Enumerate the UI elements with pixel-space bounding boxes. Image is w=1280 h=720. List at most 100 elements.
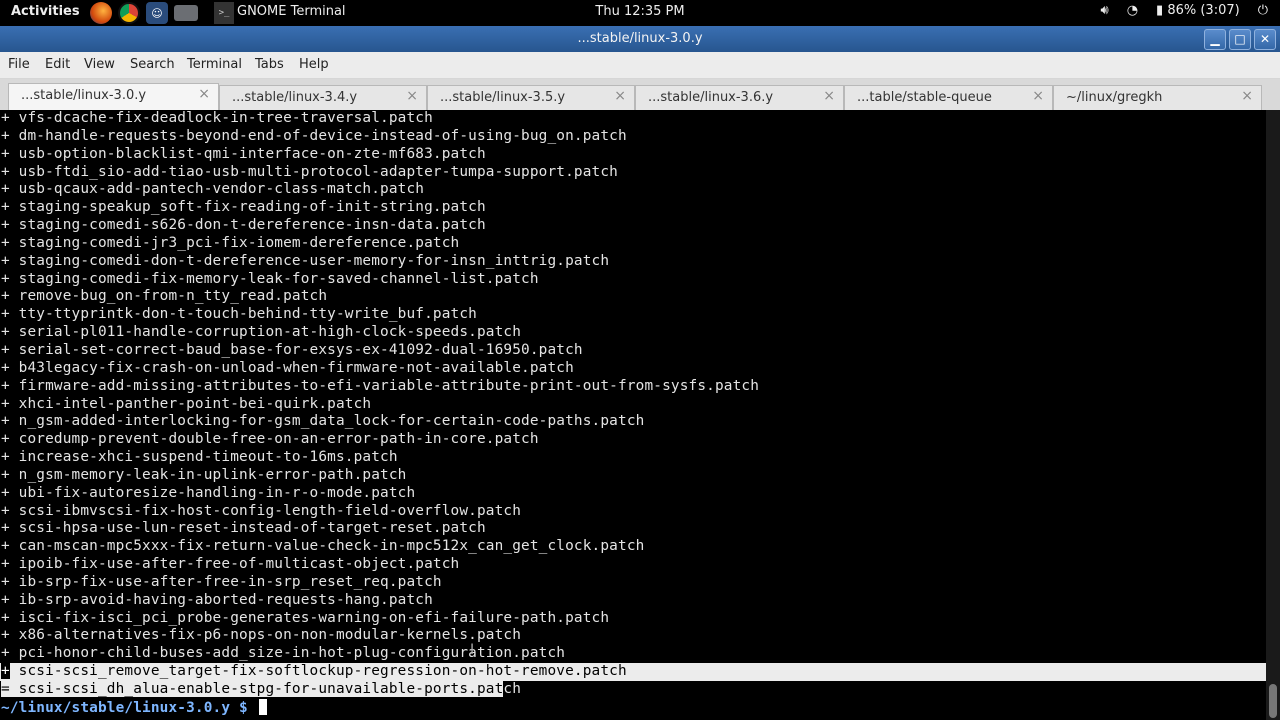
tab-linux-3-5[interactable]: ...stable/linux-3.5.y × — [427, 85, 635, 110]
close-icon[interactable]: × — [1241, 88, 1253, 104]
line-prefix: + — [1, 181, 10, 198]
terminal-line: + isci-fix-isci_pci_probe-generates-warn… — [0, 610, 1266, 628]
terminal-line: + increase-xhci-suspend-timeout-to-16ms.… — [0, 449, 1266, 467]
terminal-output[interactable]: + vfs-dcache-fix-deadlock-in-tree-traver… — [0, 110, 1266, 720]
wifi-icon[interactable]: ◔ — [1127, 3, 1138, 18]
line-text: scsi-ibmvscsi-fix-host-config-length-fie… — [18, 502, 522, 519]
line-prefix: + — [1, 573, 10, 590]
terminal-line: + tty-ttyprintk-don-t-touch-behind-tty-w… — [0, 306, 1266, 324]
terminal-line: + staging-comedi-s626-don-t-dereference-… — [0, 217, 1266, 235]
menu-search[interactable]: Search — [130, 57, 175, 72]
maximize-button[interactable]: □ — [1229, 29, 1251, 50]
tab-label: ~/linux/gregkh — [1066, 90, 1163, 105]
line-text: coredump-prevent-double-free-on-an-error… — [18, 431, 539, 448]
terminal-line: + vfs-dcache-fix-deadlock-in-tree-traver… — [0, 110, 1266, 128]
line-prefix: + — [1, 609, 10, 626]
terminal-line: + b43legacy-fix-crash-on-unload-when-fir… — [0, 360, 1266, 378]
menu-help[interactable]: Help — [299, 57, 329, 72]
menu-tabs[interactable]: Tabs — [255, 57, 284, 72]
line-prefix: + — [1, 502, 10, 519]
line-text: staging-comedi-fix-memory-leak-for-saved… — [18, 270, 539, 287]
line-prefix: + — [1, 163, 10, 180]
line-text: scsi-hpsa-use-lun-reset-instead-of-targe… — [18, 520, 486, 537]
line-prefix: + — [1, 377, 10, 394]
power-icon[interactable]: ⏻ — [1258, 3, 1268, 18]
menu-terminal[interactable]: Terminal — [187, 57, 242, 72]
line-text: scsi-scsi_remove_target-fix-softlockup-r… — [18, 663, 627, 680]
tab-label: ...stable/linux-3.4.y — [232, 90, 358, 105]
terminal-line: + ib-srp-fix-use-after-free-in-srp_reset… — [0, 574, 1266, 592]
line-text: increase-xhci-suspend-timeout-to-16ms.pa… — [18, 449, 398, 466]
tab-linux-3-4[interactable]: ...stable/linux-3.4.y × — [219, 85, 427, 110]
close-button[interactable]: ✕ — [1254, 29, 1276, 50]
scrollbar-thumb[interactable] — [1269, 684, 1277, 718]
line-text: staging-comedi-jr3_pci-fix-iomem-derefer… — [18, 234, 460, 251]
menu-bar: File Edit View Search Terminal Tabs Help — [0, 52, 1280, 79]
line-text: ipoib-fix-use-after-free-of-multicast-ob… — [18, 556, 460, 573]
tab-linux-3-6[interactable]: ...stable/linux-3.6.y × — [635, 85, 844, 110]
line-prefix: + — [1, 413, 10, 430]
line-prefix: + — [1, 234, 10, 251]
line-prefix: + — [1, 645, 10, 662]
line-text: ib-srp-fix-use-after-free-in-srp_reset_r… — [18, 573, 442, 590]
prompt-line[interactable]: ~/linux/stable/linux-3.0.y $ — [0, 698, 1266, 717]
menu-file[interactable]: File — [8, 57, 30, 72]
terminal-line: + x86-alternatives-fix-p6-nops-on-non-mo… — [0, 627, 1266, 645]
close-icon[interactable]: × — [1032, 88, 1044, 104]
tab-label: ...stable/linux-3.6.y — [648, 90, 774, 105]
line-prefix: + — [1, 199, 10, 216]
menu-edit[interactable]: Edit — [45, 57, 70, 72]
line-prefix: + — [1, 217, 10, 234]
line-text: usb-option-blacklist-qmi-interface-on-zt… — [18, 145, 486, 162]
battery-label: 86% (3:07) — [1167, 3, 1240, 18]
tab-linux-3-0[interactable]: ...stable/linux-3.0.y × — [8, 83, 219, 110]
minimize-button[interactable]: ▁ — [1204, 29, 1226, 50]
tab-label: ...stable/linux-3.0.y — [21, 88, 147, 103]
line-text: usb-ftdi_sio-add-tiao-usb-multi-protocol… — [18, 163, 619, 180]
terminal-line: + serial-set-correct-baud_base-for-exsys… — [0, 342, 1266, 360]
line-text-rest: ch — [503, 681, 522, 697]
clock[interactable]: Thu 12:35 PM — [0, 4, 1280, 19]
line-text: serial-pl011-handle-corruption-at-high-c… — [18, 324, 522, 341]
terminal-scrollbar[interactable] — [1266, 110, 1280, 720]
window-titlebar[interactable]: ...stable/linux-3.0.y ▁ □ ✕ — [0, 26, 1280, 52]
line-text: ubi-fix-autoresize-handling-in-r-o-mode.… — [18, 484, 416, 501]
line-prefix: + — [1, 341, 10, 358]
line-prefix: + — [1, 270, 10, 287]
terminal-line: + can-mscan-mpc5xxx-fix-return-value-che… — [0, 538, 1266, 556]
battery-status[interactable]: ▮ 86% (3:07) — [1156, 3, 1240, 18]
line-text: xhci-intel-panther-point-bei-quirk.patch — [18, 395, 372, 412]
line-prefix: + — [1, 145, 10, 162]
line-prefix: + — [1, 359, 10, 376]
line-prefix: = — [1, 681, 10, 697]
status-area[interactable]: 🔊︎ ◔ ▮ 86% (3:07) ⏻ — [1100, 3, 1268, 18]
volume-icon[interactable]: 🔊︎ — [1100, 3, 1108, 18]
tab-gregkh[interactable]: ~/linux/gregkh × — [1053, 85, 1262, 110]
close-icon[interactable]: × — [406, 88, 418, 104]
tab-label: ...stable/linux-3.5.y — [440, 90, 566, 105]
tab-bar: ...stable/linux-3.0.y × ...stable/linux-… — [0, 79, 1280, 110]
line-text: can-mscan-mpc5xxx-fix-return-value-check… — [18, 538, 645, 555]
window-title: ...stable/linux-3.0.y — [577, 31, 703, 46]
terminal-lines: + vfs-dcache-fix-deadlock-in-tree-traver… — [0, 110, 1266, 663]
line-prefix: + — [1, 627, 10, 644]
text-cursor — [258, 698, 267, 715]
line-prefix: + — [1, 431, 10, 448]
terminal-line: + remove-bug_on-from-n_tty_read.patch — [0, 288, 1266, 306]
terminal-line: + n_gsm-added-interlocking-for-gsm_data_… — [0, 413, 1266, 431]
terminal-line: + pci-honor-child-buses-add_size-in-hot-… — [0, 645, 1266, 663]
ibeam-cursor-icon: I — [470, 642, 474, 658]
line-text: serial-set-correct-baud_base-for-exsys-e… — [18, 341, 583, 358]
tab-stable-queue[interactable]: ...table/stable-queue × — [844, 85, 1053, 110]
menu-view[interactable]: View — [84, 57, 115, 72]
terminal-line: + staging-comedi-don-t-dereference-user-… — [0, 253, 1266, 271]
close-icon[interactable]: × — [614, 88, 626, 104]
line-prefix: + — [1, 288, 10, 305]
window-controls: ▁ □ ✕ — [1204, 29, 1276, 50]
line-text: n_gsm-memory-leak-in-uplink-error-path.p… — [18, 466, 407, 483]
terminal-line: + ubi-fix-autoresize-handling-in-r-o-mod… — [0, 485, 1266, 503]
line-text-selected: scsi-scsi_dh_alua-enable-stpg-for-unavai… — [18, 681, 504, 697]
line-text: dm-handle-requests-beyond-end-of-device-… — [18, 127, 627, 144]
close-icon[interactable]: × — [823, 88, 835, 104]
close-icon[interactable]: × — [198, 86, 210, 102]
